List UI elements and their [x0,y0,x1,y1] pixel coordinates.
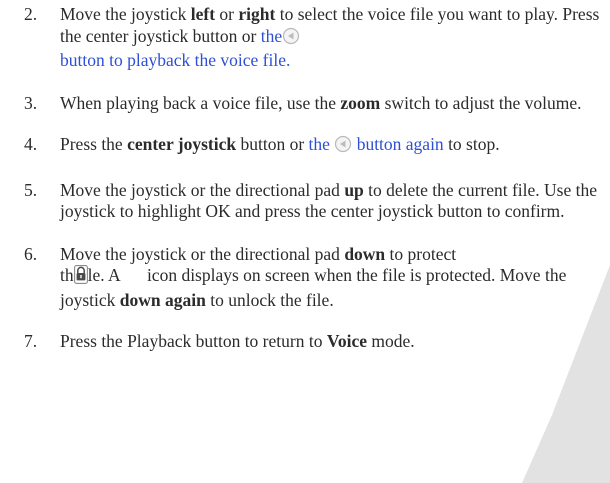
step-number: 7. [24,331,38,351]
step-number: 6. [24,243,38,264]
step-4: 4. Press the center joystick button or t… [24,134,604,159]
step-5: 5. Move the joystick or the directional … [24,179,598,222]
step-number: 4. [24,134,38,154]
step-number: 3. [24,92,38,113]
step-3: 3. When playing back a voice file, use t… [24,92,582,113]
playback-icon [334,135,352,159]
step-7: 7. Press the Playback button to return t… [24,331,415,351]
step-6: 6. Move the joystick or the directional … [24,243,567,310]
lock-icon [73,265,88,290]
step-2: 2. Move the joystick left or right to se… [24,4,600,70]
playback-icon [282,27,300,51]
step-number: 5. [24,179,38,200]
step-number: 2. [24,4,38,24]
instruction-steps: 2. Move the joystick left or right to se… [24,4,604,373]
